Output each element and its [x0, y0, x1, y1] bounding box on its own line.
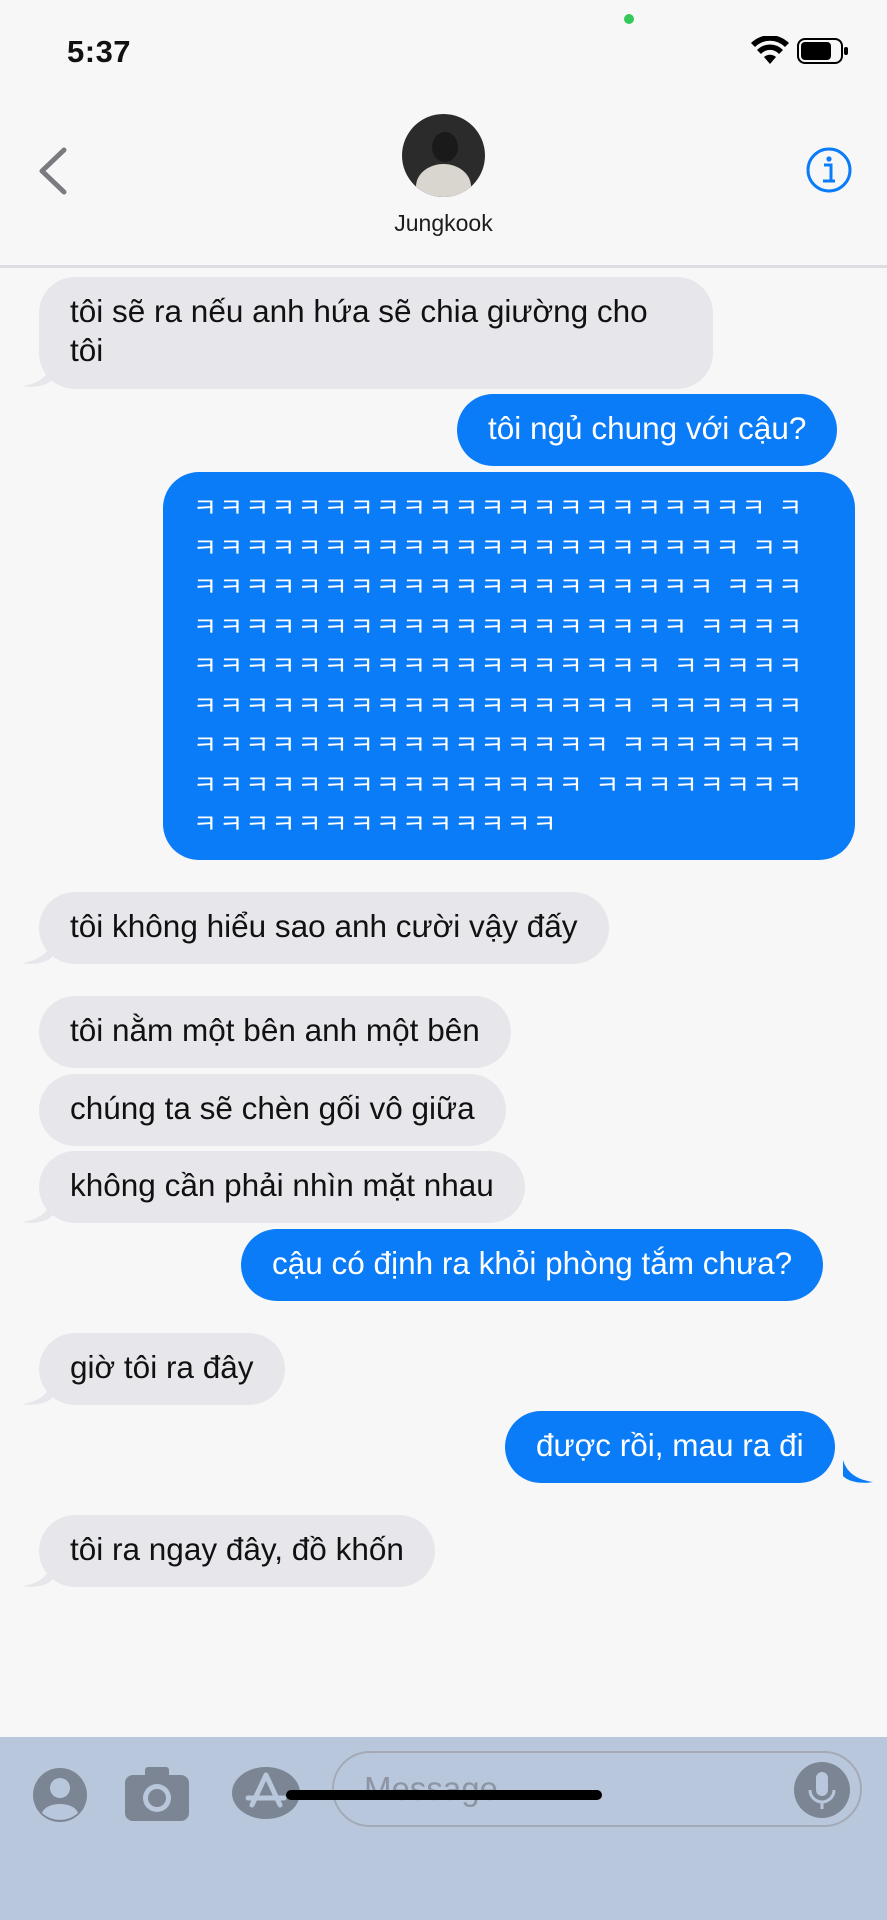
chevron-left-icon[interactable]: [34, 146, 74, 196]
message-bubble-received[interactable]: tôi sẽ ra nếu anh hứa sẽ chia giường cho…: [39, 277, 713, 389]
bubble-tail: [22, 1564, 52, 1587]
info-circle-icon[interactable]: [805, 146, 853, 194]
message-bubble-received[interactable]: chúng ta sẽ chèn gối vô giữa: [39, 1074, 506, 1146]
bubble-tail: [843, 1460, 873, 1483]
microphone-icon[interactable]: [794, 1762, 850, 1818]
message-bubble-received[interactable]: giờ tôi ra đây: [39, 1333, 285, 1405]
camera-in-use-indicator: [624, 14, 634, 24]
message-input[interactable]: [364, 1769, 764, 1809]
wifi-icon: [751, 36, 789, 64]
bubble-tail: [22, 941, 52, 964]
message-bubble-sent[interactable]: ㅋㅋㅋㅋㅋㅋㅋㅋㅋㅋㅋㅋㅋㅋㅋㅋㅋㅋㅋㅋㅋㅋ ㅋㅋㅋㅋㅋㅋㅋㅋㅋㅋㅋㅋㅋㅋㅋㅋㅋ…: [163, 472, 855, 860]
message-bubble-received[interactable]: tôi ra ngay đây, đồ khốn: [39, 1515, 435, 1587]
bubble-tail: [22, 1382, 52, 1405]
message-bubble-received[interactable]: tôi nằm một bên anh một bên: [39, 996, 511, 1068]
message-bubble-sent[interactable]: tôi ngủ chung với cậu?: [457, 394, 838, 466]
home-indicator[interactable]: [286, 1790, 602, 1800]
message-input-field[interactable]: [332, 1751, 862, 1827]
bubble-tail: [22, 364, 52, 387]
camera-icon[interactable]: [123, 1763, 191, 1823]
compose-bar: [0, 1737, 887, 1920]
conversation-header: Jungkook: [0, 100, 887, 268]
bubble-tail: [22, 1200, 52, 1223]
contact-name[interactable]: Jungkook: [0, 210, 887, 237]
message-bubble-sent[interactable]: cậu có định ra khỏi phòng tắm chưa?: [241, 1229, 824, 1301]
contact-avatar-icon[interactable]: [32, 1767, 88, 1823]
status-bar: 5:37: [0, 0, 887, 100]
message-bubble-sent[interactable]: được rồi, mau ra đi: [505, 1411, 835, 1483]
status-time: 5:37: [67, 34, 132, 69]
battery-icon: [797, 38, 848, 64]
contact-avatar[interactable]: [402, 114, 485, 197]
message-bubble-received[interactable]: không cần phải nhìn mặt nhau: [39, 1151, 525, 1223]
message-bubble-received[interactable]: tôi không hiểu sao anh cười vậy đấy: [39, 892, 609, 964]
